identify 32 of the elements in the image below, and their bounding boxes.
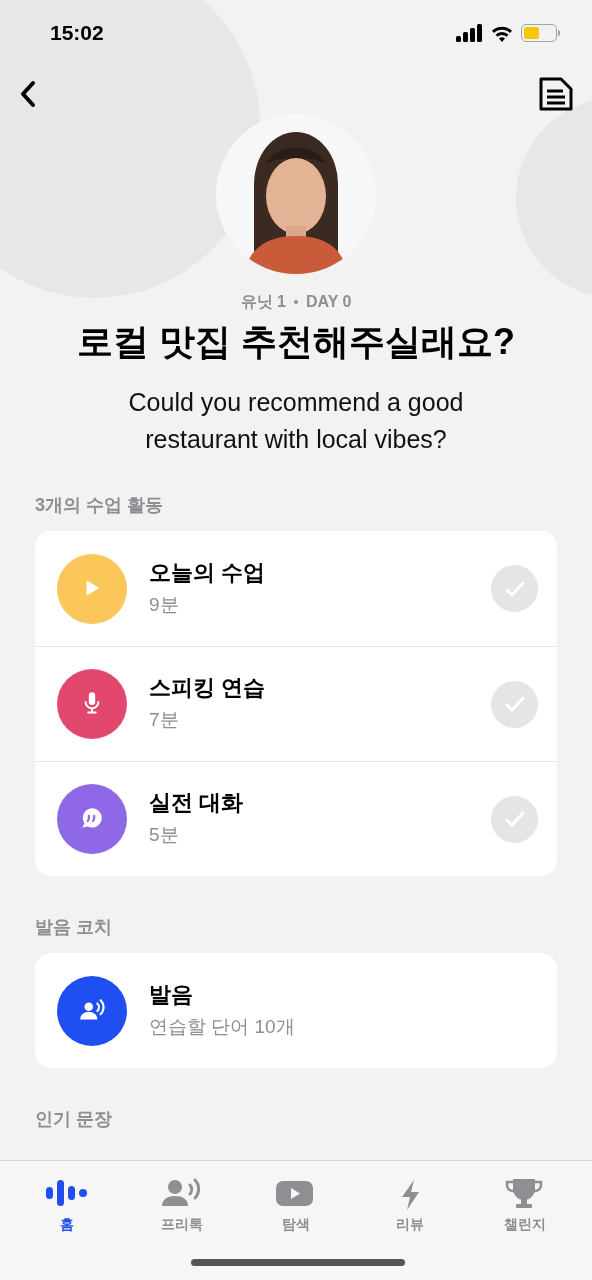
activity-duration: 연습할 단어 10개 <box>149 1014 296 1039</box>
section-heading: 인기 문장 <box>35 1108 113 1131</box>
activity-title: 스피킹 연습 <box>149 674 267 702</box>
lightning-icon <box>401 1180 419 1210</box>
lesson-title: 로컬 맛집 추천해주실래요? <box>76 320 516 364</box>
document-button[interactable] <box>538 76 574 112</box>
status-time: 15:02 <box>50 20 104 47</box>
tab-item[interactable]: 프리톡 <box>136 1173 227 1235</box>
back-button[interactable] <box>18 79 38 109</box>
activity-duration: 9분 <box>149 592 180 617</box>
battery-icon <box>521 24 560 42</box>
document-icon <box>538 76 574 112</box>
activity-row[interactable]: 오늘의 수업 9분 <box>35 531 557 646</box>
signal-icon <box>456 24 483 42</box>
activity-row[interactable]: 스피킹 연습 7분 <box>35 646 557 761</box>
tab-item[interactable]: 홈 <box>22 1173 113 1235</box>
section-heading: 3개의 수업 활동 <box>35 494 164 517</box>
activity-title: 오늘의 수업 <box>149 558 267 587</box>
activity-duration: 7분 <box>149 708 180 732</box>
tab-item[interactable]: 챌린지 <box>479 1173 570 1235</box>
day-label: DAY 0 <box>306 292 352 312</box>
activity-title: 발음 <box>149 980 194 1009</box>
tab-item[interactable]: 리뷰 <box>365 1173 456 1235</box>
section-heading: 발음 코치 <box>35 916 113 939</box>
activity-row[interactable]: 실전 대화 5분 <box>35 761 557 876</box>
tab-item[interactable]: 탐색 <box>250 1173 341 1235</box>
wifi-icon <box>491 24 513 42</box>
unit-label: 유닛 1 <box>240 292 286 312</box>
lesson-subtitle: Could you recommend a good restaurant with local vibes? <box>127 387 465 455</box>
activity-duration: 5분 <box>149 823 180 847</box>
activity-row[interactable]: 발음 연습할 단어 10개 <box>35 953 557 1068</box>
activity-title: 실전 대화 <box>149 789 245 817</box>
